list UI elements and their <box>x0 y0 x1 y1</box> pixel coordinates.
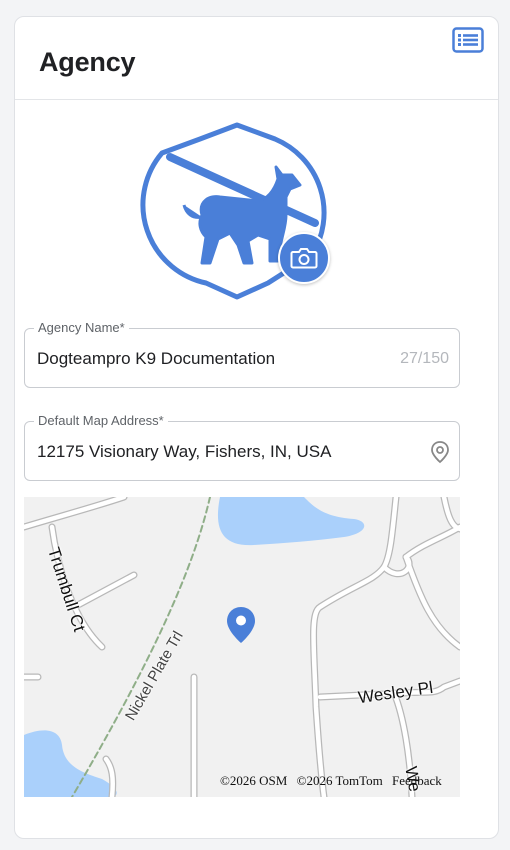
list-icon[interactable] <box>452 27 484 53</box>
map-view[interactable]: Trumbull Ct Nickel Plate Trl Wesley Pl W… <box>24 497 460 797</box>
feedback-link[interactable]: Feedback <box>392 773 442 788</box>
character-counter: 27/150 <box>400 350 449 367</box>
map-address-label: Default Map Address* <box>34 413 168 429</box>
camera-upload-button[interactable] <box>278 232 330 284</box>
map-address-field[interactable]: Default Map Address* 12175 Visionary Way… <box>24 413 460 481</box>
agency-name-input[interactable]: Dogteampro K9 Documentation <box>37 349 275 369</box>
map-base <box>24 497 460 797</box>
agency-name-label: Agency Name* <box>34 320 129 336</box>
camera-icon <box>290 248 318 269</box>
osm-attribution: ©2026 OSM <box>220 773 288 788</box>
tomtom-attribution: ©2026 TomTom <box>296 773 383 788</box>
map-marker-icon[interactable] <box>224 605 258 645</box>
map-attribution: ©2026 OSM ©2026 TomTom Feedback <box>220 773 448 789</box>
card-header: Agency <box>15 17 498 100</box>
page-title: Agency <box>39 47 136 77</box>
location-pin-icon[interactable] <box>429 440 451 464</box>
agency-name-field[interactable]: Agency Name* Dogteampro K9 Documentation… <box>24 320 460 388</box>
map-address-input[interactable]: 12175 Visionary Way, Fishers, IN, USA <box>37 442 331 462</box>
